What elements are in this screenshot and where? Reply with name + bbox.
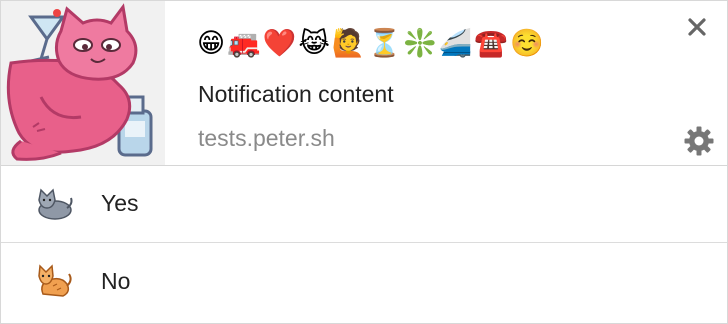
yes-action-button[interactable]: Yes bbox=[1, 166, 727, 243]
yes-action-label: Yes bbox=[101, 190, 139, 216]
close-icon[interactable] bbox=[685, 15, 709, 39]
orange-cat-icon bbox=[33, 264, 75, 300]
notification-popup: 😁🚒❤️😹🙋⏳❇️🚄☎️☺️ Notification content test… bbox=[0, 0, 728, 324]
no-action-label: No bbox=[101, 268, 131, 294]
no-action-button[interactable]: No bbox=[1, 244, 727, 320]
notification-header[interactable]: 😁🚒❤️😹🙋⏳❇️🚄☎️☺️ Notification content test… bbox=[1, 1, 727, 166]
gear-icon[interactable] bbox=[683, 125, 715, 157]
notification-origin: tests.peter.sh bbox=[198, 125, 335, 151]
notification-content: Notification content bbox=[198, 81, 394, 107]
pink-cat-sticker-icon bbox=[1, 1, 165, 165]
emoji-line: 😁🚒❤️😹🙋⏳❇️🚄☎️☺️ bbox=[197, 28, 546, 59]
grey-cat-icon bbox=[33, 186, 75, 222]
